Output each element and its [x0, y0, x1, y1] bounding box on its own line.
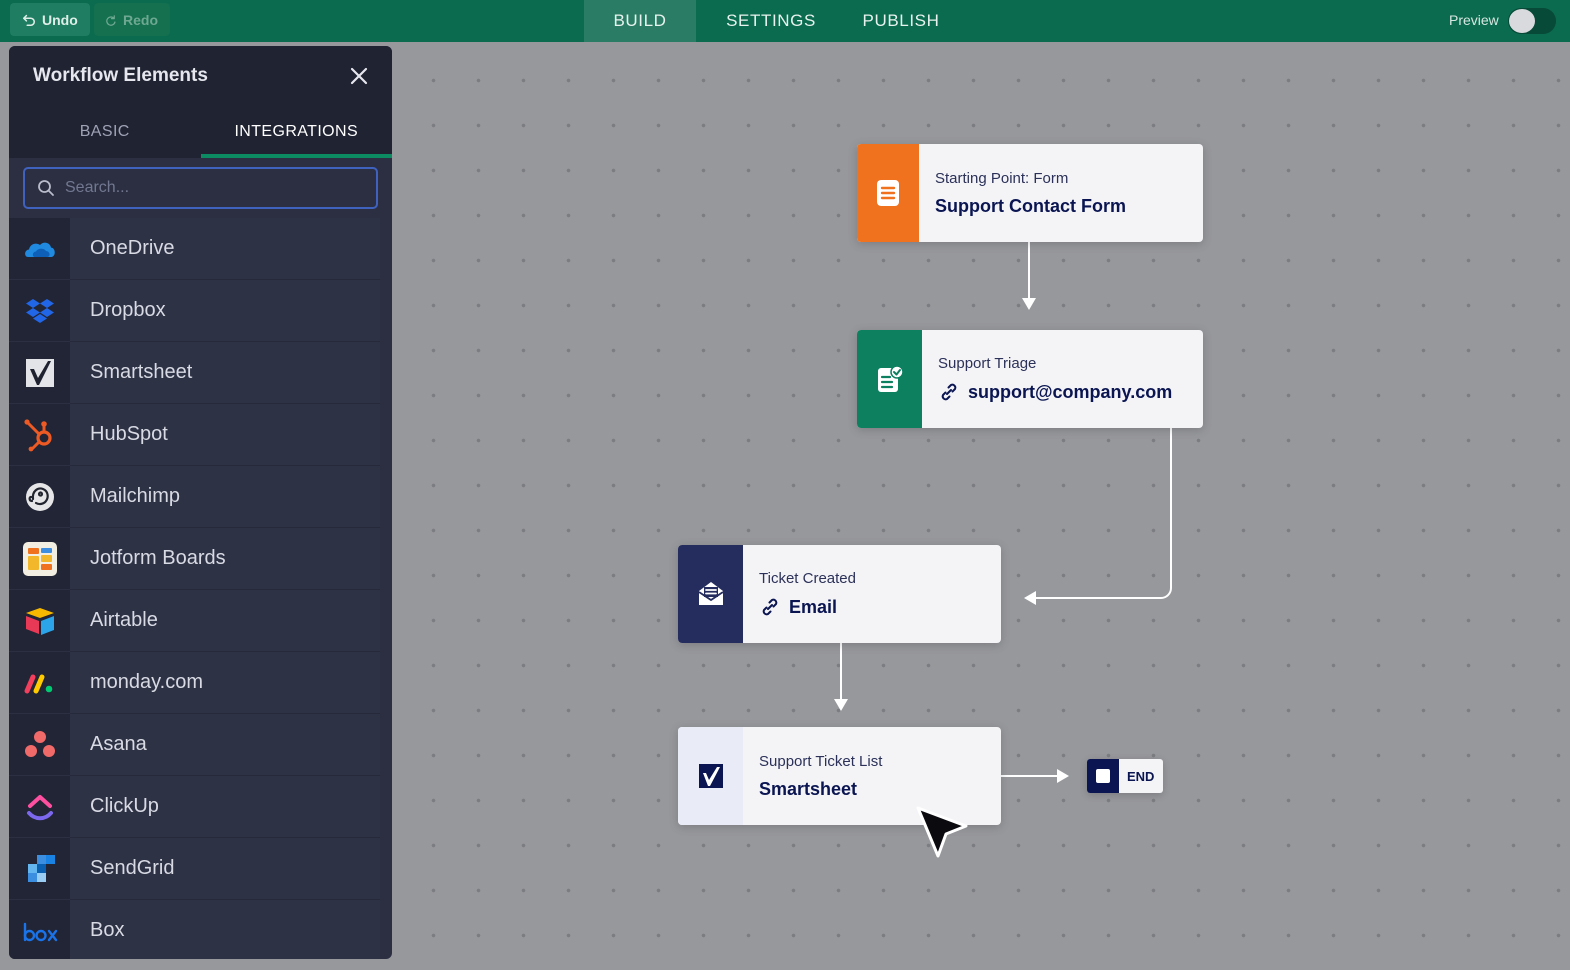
- tab-build[interactable]: BUILD: [584, 0, 696, 42]
- redo-icon: [106, 14, 116, 26]
- undo-button[interactable]: Undo: [10, 3, 90, 36]
- integration-label: ClickUp: [70, 776, 380, 838]
- arrowhead: [1024, 591, 1036, 605]
- smartsheet-icon: [25, 358, 54, 387]
- integration-label: HubSpot: [70, 404, 380, 466]
- tab-integrations[interactable]: INTEGRATIONS: [200, 106, 393, 158]
- redo-button[interactable]: Redo: [94, 3, 170, 36]
- monday-icon: [24, 674, 52, 693]
- preview-toggle[interactable]: [1508, 8, 1556, 34]
- node-title: support@company.com: [968, 381, 1173, 402]
- arrowhead: [834, 699, 848, 711]
- node-icon-wrap: [857, 144, 919, 242]
- form-document-icon: [877, 180, 899, 206]
- integration-label: Jotform Boards: [70, 528, 380, 590]
- list-item-asana[interactable]: Asana: [9, 714, 392, 776]
- arrowhead: [1022, 298, 1036, 310]
- hubspot-icon: [23, 418, 52, 451]
- integration-label: Dropbox: [70, 280, 380, 342]
- integration-label: OneDrive: [70, 218, 380, 280]
- node-title: Support Contact Form: [935, 195, 1126, 216]
- workflow-elements-panel: Workflow Elements BASIC INTEGRATIONS One…: [9, 46, 392, 959]
- list-item-jotform-boards[interactable]: Jotform Boards: [9, 528, 392, 590]
- node-title: Email: [789, 596, 838, 617]
- link-icon: [762, 598, 778, 616]
- link-icon: [941, 383, 957, 401]
- jotform-boards-icon: [22, 541, 57, 576]
- node-icon-wrap: [678, 545, 743, 643]
- preview-label: Preview: [1449, 12, 1499, 28]
- node-support-triage[interactable]: Support Triage support@company.com: [857, 330, 1203, 428]
- undo-icon: [22, 14, 36, 26]
- panel-header: Workflow Elements: [9, 46, 392, 106]
- node-form-start[interactable]: Starting Point: Form Support Contact For…: [857, 144, 1203, 242]
- main-nav-tabs: BUILD SETTINGS PUBLISH: [584, 0, 956, 42]
- search-box: [23, 167, 378, 209]
- arrowhead: [1057, 769, 1069, 783]
- approval-icon: [877, 365, 904, 392]
- close-panel-button[interactable]: [350, 67, 368, 85]
- integration-label: Smartsheet: [70, 342, 380, 404]
- list-item-smartsheet[interactable]: Smartsheet: [9, 342, 392, 404]
- undo-label: Undo: [42, 11, 78, 28]
- redo-label: Redo: [123, 11, 158, 28]
- email-icon: [698, 582, 723, 605]
- list-item-monday[interactable]: monday.com: [9, 652, 392, 714]
- integrations-list: OneDrive Dropbox Smartsheet HubSpot Mail…: [9, 218, 392, 959]
- stop-icon: [1087, 759, 1119, 793]
- node-icon-wrap: [678, 727, 743, 825]
- top-bar: Undo Redo BUILD SETTINGS PUBLISH Preview: [0, 0, 1570, 42]
- list-item-hubspot[interactable]: HubSpot: [9, 404, 392, 466]
- onedrive-icon: [24, 242, 55, 257]
- integration-label: Asana: [70, 714, 380, 776]
- search-icon: [38, 180, 54, 196]
- mailchimp-icon: [25, 482, 54, 511]
- airtable-icon: [25, 607, 54, 635]
- node-subtitle: Support Ticket List: [759, 752, 883, 770]
- integration-label: Airtable: [70, 590, 380, 652]
- list-item-dropbox[interactable]: Dropbox: [9, 280, 392, 342]
- search-wrapper: [9, 158, 392, 218]
- end-label: END: [1127, 768, 1155, 784]
- tab-publish[interactable]: PUBLISH: [846, 0, 956, 42]
- close-icon: [350, 67, 368, 85]
- integration-label: monday.com: [70, 652, 380, 714]
- list-item-box[interactable]: Box: [9, 900, 392, 959]
- end-node[interactable]: END: [1087, 759, 1163, 793]
- integration-label: Mailchimp: [70, 466, 380, 528]
- list-item-onedrive[interactable]: OneDrive: [9, 218, 392, 280]
- list-item-mailchimp[interactable]: Mailchimp: [9, 466, 392, 528]
- mouse-cursor-icon: [916, 806, 968, 858]
- sendgrid-icon: [27, 854, 55, 882]
- list-item-airtable[interactable]: Airtable: [9, 590, 392, 652]
- panel-title: Workflow Elements: [33, 65, 208, 86]
- dropbox-icon: [25, 298, 54, 323]
- asana-icon: [24, 730, 55, 757]
- search-input[interactable]: [65, 179, 345, 197]
- preview-toggle-knob: [1509, 9, 1535, 33]
- list-item-clickup[interactable]: ClickUp: [9, 776, 392, 838]
- list-item-sendgrid[interactable]: SendGrid: [9, 838, 392, 900]
- smartsheet-icon: [698, 764, 723, 788]
- tab-basic[interactable]: BASIC: [9, 106, 201, 158]
- integration-label: Box: [70, 900, 380, 959]
- connector-triage-to-ticket: [1036, 428, 1172, 599]
- integration-label: SendGrid: [70, 838, 380, 900]
- node-subtitle: Starting Point: Form: [935, 169, 1069, 187]
- panel-tabs: BASIC INTEGRATIONS: [9, 106, 392, 158]
- clickup-icon: [26, 794, 53, 820]
- node-ticket-created[interactable]: Ticket Created Email: [678, 545, 1001, 643]
- box-icon: [23, 922, 57, 941]
- node-subtitle: Support Triage: [938, 355, 1037, 372]
- node-title: Smartsheet: [759, 778, 858, 799]
- node-subtitle: Ticket Created: [759, 570, 856, 587]
- node-icon-wrap: [857, 330, 922, 428]
- tab-settings[interactable]: SETTINGS: [696, 0, 846, 42]
